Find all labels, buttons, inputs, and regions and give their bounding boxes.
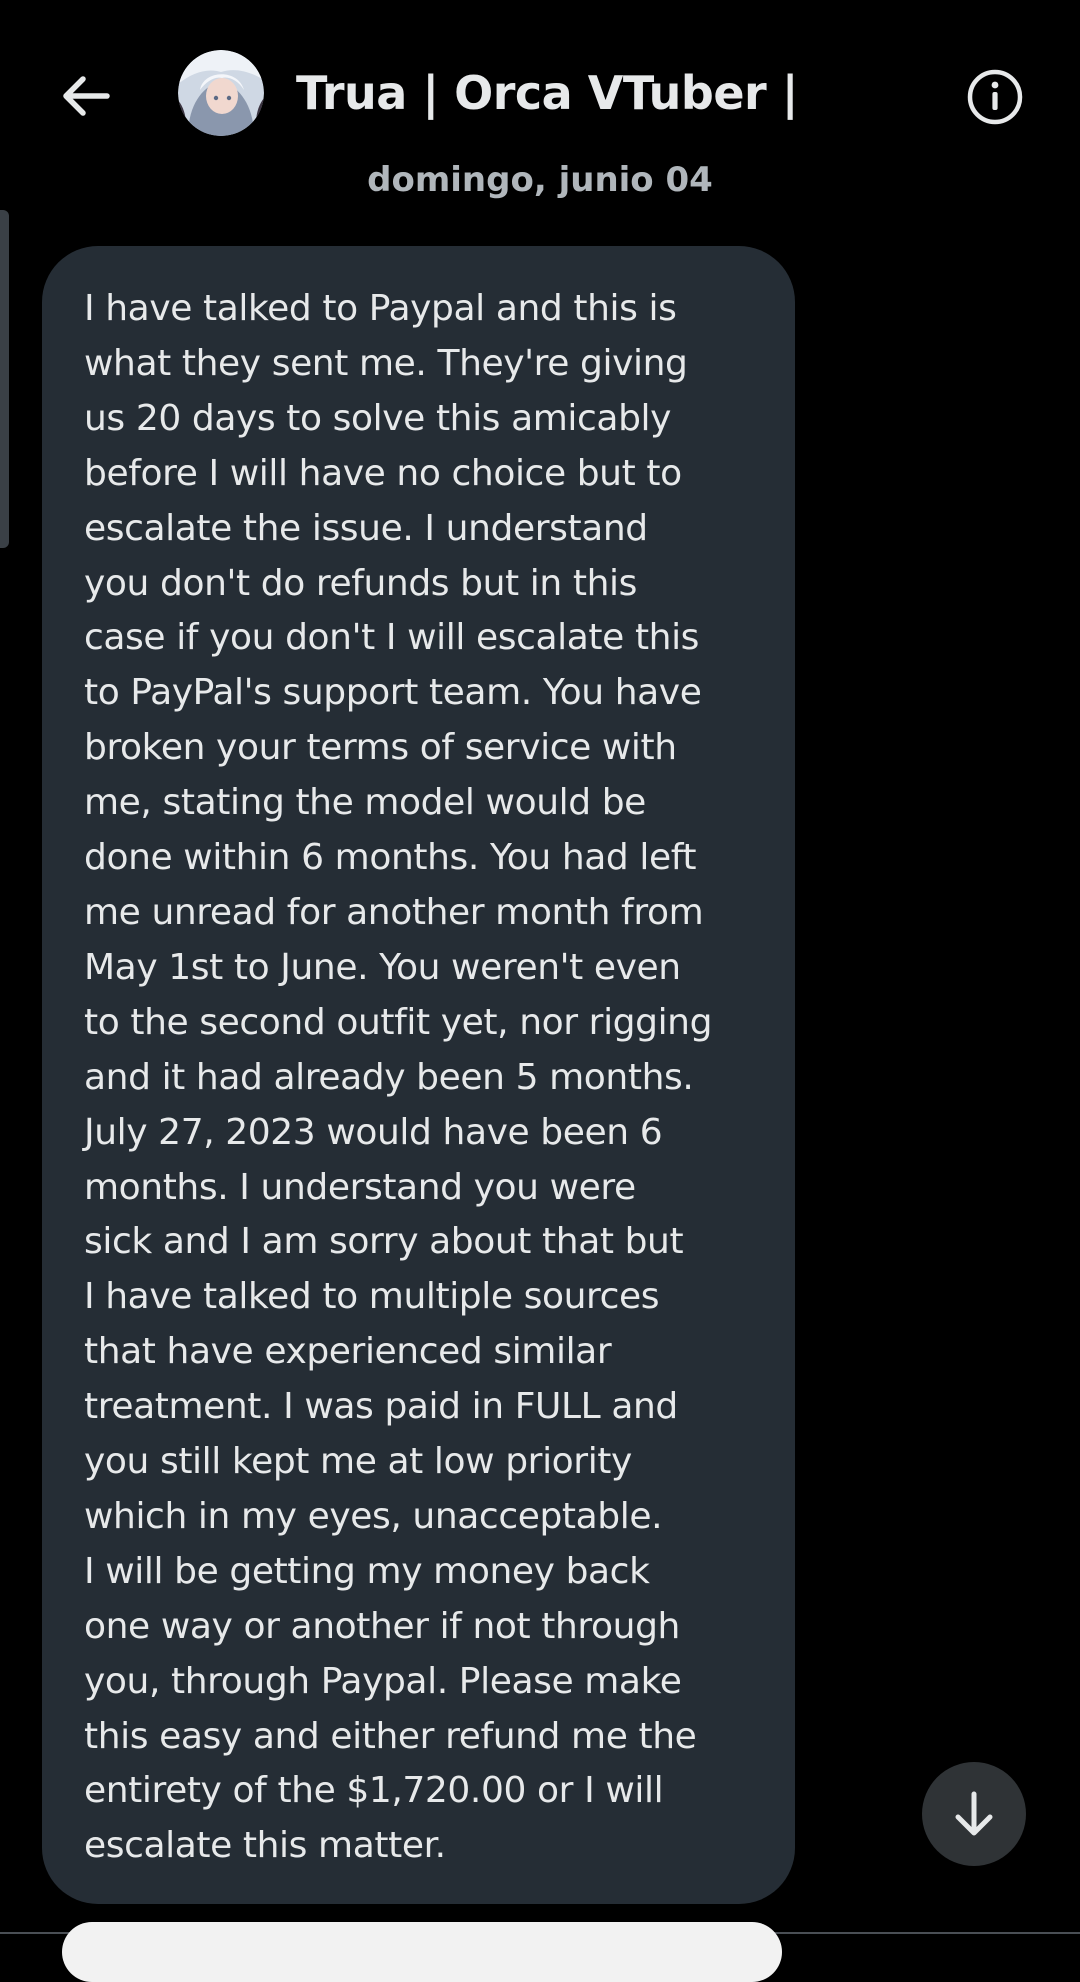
back-button[interactable] xyxy=(50,60,122,132)
scrollbar[interactable] xyxy=(0,210,9,548)
info-button[interactable] xyxy=(962,64,1028,130)
date-separator: domingo, junio 04 xyxy=(367,160,713,200)
arrow-left-icon xyxy=(63,76,110,116)
next-message-bubble[interactable] xyxy=(62,1922,782,1982)
scroll-to-bottom-button[interactable] xyxy=(922,1762,1026,1866)
info-icon xyxy=(967,69,1023,125)
avatar[interactable] xyxy=(178,50,264,136)
conversation-title[interactable]: Trua | Orca VTuber | xyxy=(296,66,799,120)
arrow-down-icon xyxy=(955,1791,993,1836)
message-text: I have talked to Paypal and this is what… xyxy=(84,288,713,1867)
message-bubble[interactable]: I have talked to Paypal and this is what… xyxy=(42,246,795,1904)
conversation-header: Trua | Orca VTuber | xyxy=(0,0,1080,175)
